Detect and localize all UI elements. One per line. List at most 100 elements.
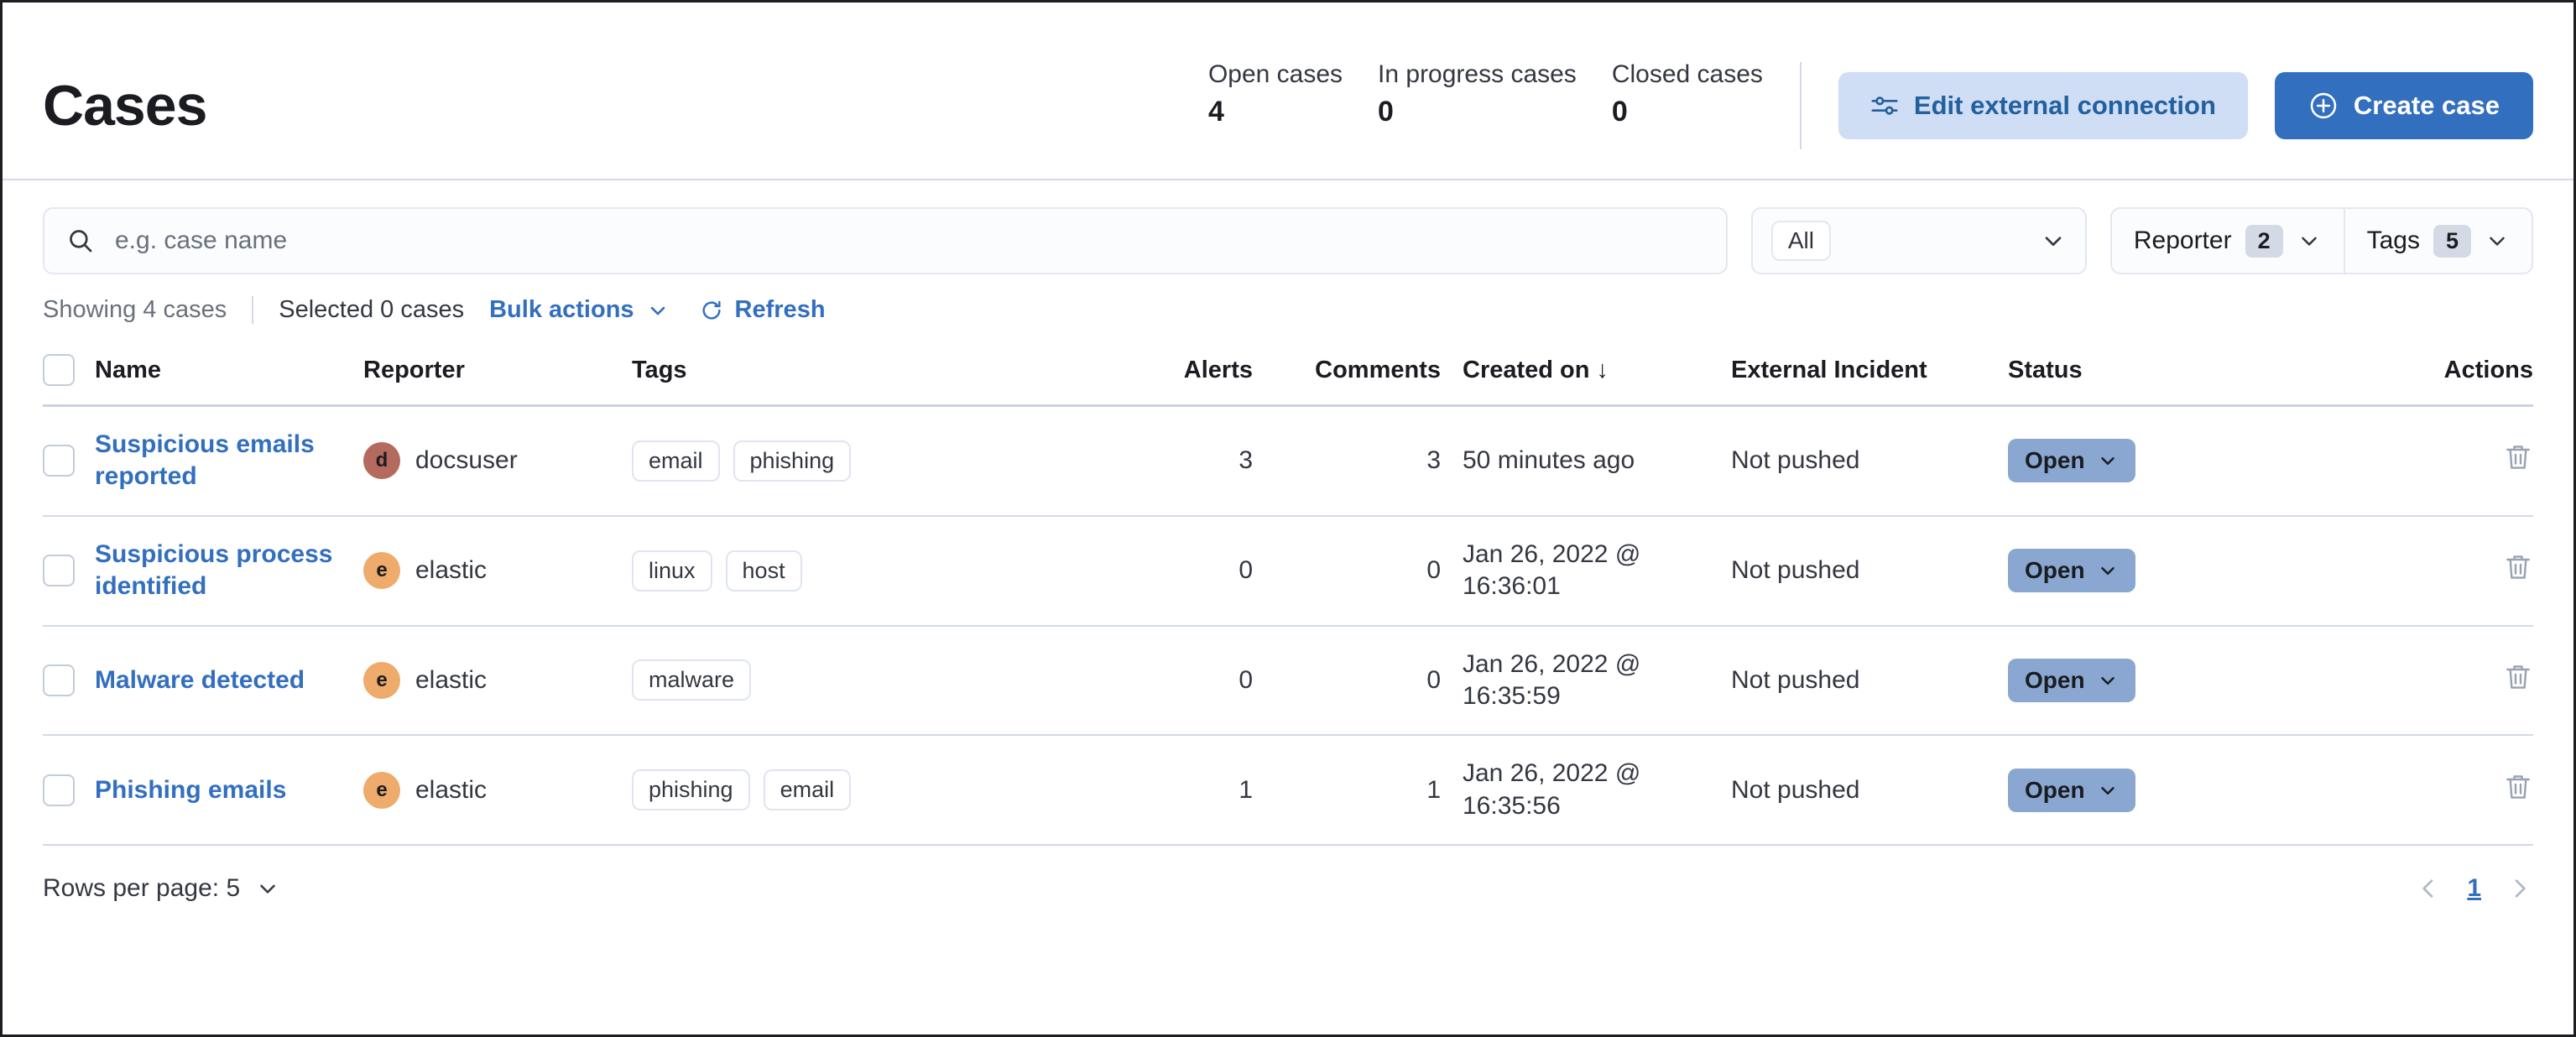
rows-per-page-button[interactable]: Rows per page: 5 xyxy=(43,874,280,903)
column-header-reporter[interactable]: Reporter xyxy=(363,343,632,403)
stat-value: 4 xyxy=(1207,96,1224,128)
tags-cell: linux host xyxy=(632,529,1085,613)
edit-external-connection-button[interactable]: Edit external connection xyxy=(1838,72,2248,139)
showing-count: Showing 4 cases xyxy=(43,296,254,324)
column-header-status[interactable]: Status xyxy=(2008,343,2344,403)
chevron-down-icon xyxy=(2097,670,2119,691)
case-name-link[interactable]: Suspicious emails reported xyxy=(95,429,343,493)
actions-cell xyxy=(2344,530,2533,611)
table-toolbar: Showing 4 cases Selected 0 cases Bulk ac… xyxy=(3,274,2573,341)
tags-cell: phishing email xyxy=(632,748,1085,832)
stat-closed-cases: Closed cases 0 xyxy=(1612,62,1763,127)
reporter-name: elastic xyxy=(415,556,488,585)
column-header-name[interactable]: Name xyxy=(95,343,363,403)
tags-filter-label: Tags xyxy=(2366,227,2420,254)
trash-icon xyxy=(2503,772,2533,802)
tag[interactable]: phishing xyxy=(733,440,852,482)
select-all-checkbox[interactable] xyxy=(43,354,75,386)
case-name-cell: Suspicious emails reported xyxy=(95,407,363,515)
column-header-tags[interactable]: Tags xyxy=(632,343,1085,403)
alerts-count: 1 xyxy=(1238,775,1253,804)
reporter-name: docsuser xyxy=(415,446,518,475)
search-icon xyxy=(66,227,95,255)
reporter-cell: e elastic xyxy=(363,640,632,721)
column-header-created-on[interactable]: Created on ↓ xyxy=(1463,343,1731,403)
alerts-count: 0 xyxy=(1238,665,1253,694)
table-header-row: Name Reporter Tags Alerts Comments Creat… xyxy=(43,341,2533,407)
tag[interactable]: host xyxy=(725,550,802,591)
tags-cell: malware xyxy=(632,638,1085,722)
status-cell: Open xyxy=(2008,747,2344,834)
delete-case-button[interactable] xyxy=(2503,442,2533,472)
status-cell: Open xyxy=(2008,527,2344,614)
table-row: Suspicious process identified e elastic … xyxy=(43,517,2533,627)
sort-desc-icon: ↓ xyxy=(1596,356,1609,383)
avatar: e xyxy=(363,771,400,809)
refresh-label: Refresh xyxy=(734,296,826,323)
trash-icon xyxy=(2503,552,2533,582)
page-title: Cases xyxy=(43,74,207,138)
case-name-link[interactable]: Malware detected xyxy=(95,664,343,696)
external-incident-value: Not pushed xyxy=(1731,775,1860,804)
previous-page-button[interactable] xyxy=(2415,875,2442,902)
alerts-count: 0 xyxy=(1238,556,1253,585)
status-cell: Open xyxy=(2008,417,2344,504)
search-input[interactable]: e.g. case name xyxy=(43,207,1728,274)
status-badge[interactable]: Open xyxy=(2008,658,2135,702)
created-on-value: Jan 26, 2022 @ 16:35:59 xyxy=(1463,649,1641,710)
refresh-button[interactable]: Refresh xyxy=(700,296,826,324)
severity-value: All xyxy=(1770,221,1831,261)
delete-case-button[interactable] xyxy=(2503,772,2533,802)
column-header-comments[interactable]: Comments xyxy=(1270,343,1463,403)
row-checkbox[interactable] xyxy=(43,664,75,696)
status-label: Open xyxy=(2025,557,2085,584)
external-incident-value: Not pushed xyxy=(1731,665,1860,694)
severity-select[interactable]: All xyxy=(1750,207,2087,274)
next-page-button[interactable] xyxy=(2506,875,2533,902)
delete-case-button[interactable] xyxy=(2503,552,2533,582)
row-checkbox[interactable] xyxy=(43,445,75,477)
case-name-link[interactable]: Phishing emails xyxy=(95,774,343,806)
row-checkbox[interactable] xyxy=(43,774,75,806)
row-checkbox[interactable] xyxy=(43,555,75,587)
row-select-cell xyxy=(43,643,95,718)
reporter-filter-button[interactable]: Reporter 2 xyxy=(2112,209,2344,273)
reporter-name: elastic xyxy=(415,775,488,804)
row-select-cell xyxy=(43,533,95,608)
status-badge[interactable]: Open xyxy=(2008,439,2135,483)
case-name-cell: Malware detected xyxy=(95,643,363,718)
case-name-cell: Phishing emails xyxy=(95,753,363,828)
created-on-value: Jan 26, 2022 @ 16:36:01 xyxy=(1463,539,1641,601)
tags-cell: email phishing xyxy=(632,419,1085,503)
created-on-label: Created on xyxy=(1463,356,1590,383)
case-name-link[interactable]: Suspicious process identified xyxy=(95,539,343,603)
comments-count: 0 xyxy=(1426,556,1441,585)
tag[interactable]: linux xyxy=(632,550,712,591)
actions-cell xyxy=(2344,750,2533,831)
page-1-button[interactable]: 1 xyxy=(2467,874,2481,903)
tags-filter-button[interactable]: Tags 5 xyxy=(2343,209,2532,273)
stat-label: In progress cases xyxy=(1378,60,1577,88)
row-select-cell xyxy=(43,753,95,828)
stat-value: 0 xyxy=(1378,96,1394,128)
tag[interactable]: email xyxy=(763,769,852,811)
rows-per-page-label: Rows per page: 5 xyxy=(43,874,241,903)
sliders-icon xyxy=(1870,91,1899,120)
status-label: Open xyxy=(2025,666,2085,693)
delete-case-button[interactable] xyxy=(2503,662,2533,692)
cases-table: Name Reporter Tags Alerts Comments Creat… xyxy=(3,341,2573,847)
reporter-cell: e elastic xyxy=(363,750,632,831)
status-badge[interactable]: Open xyxy=(2008,768,2135,812)
table-body: Suspicious emails reported d docsuser em… xyxy=(43,407,2533,847)
column-header-alerts[interactable]: Alerts xyxy=(1085,343,1270,403)
tag[interactable]: phishing xyxy=(632,769,750,811)
create-case-button[interactable]: Create case xyxy=(2274,72,2533,139)
chevron-down-icon xyxy=(2097,779,2119,801)
status-badge[interactable]: Open xyxy=(2008,549,2135,593)
bulk-actions-button[interactable]: Bulk actions xyxy=(489,296,669,324)
column-header-external-incident[interactable]: External Incident xyxy=(1731,343,2008,403)
page-header: Cases Open cases 4 In progress cases 0 C… xyxy=(3,3,2573,180)
trash-icon xyxy=(2503,662,2533,692)
tag[interactable]: malware xyxy=(632,659,752,701)
tag[interactable]: email xyxy=(632,440,720,482)
